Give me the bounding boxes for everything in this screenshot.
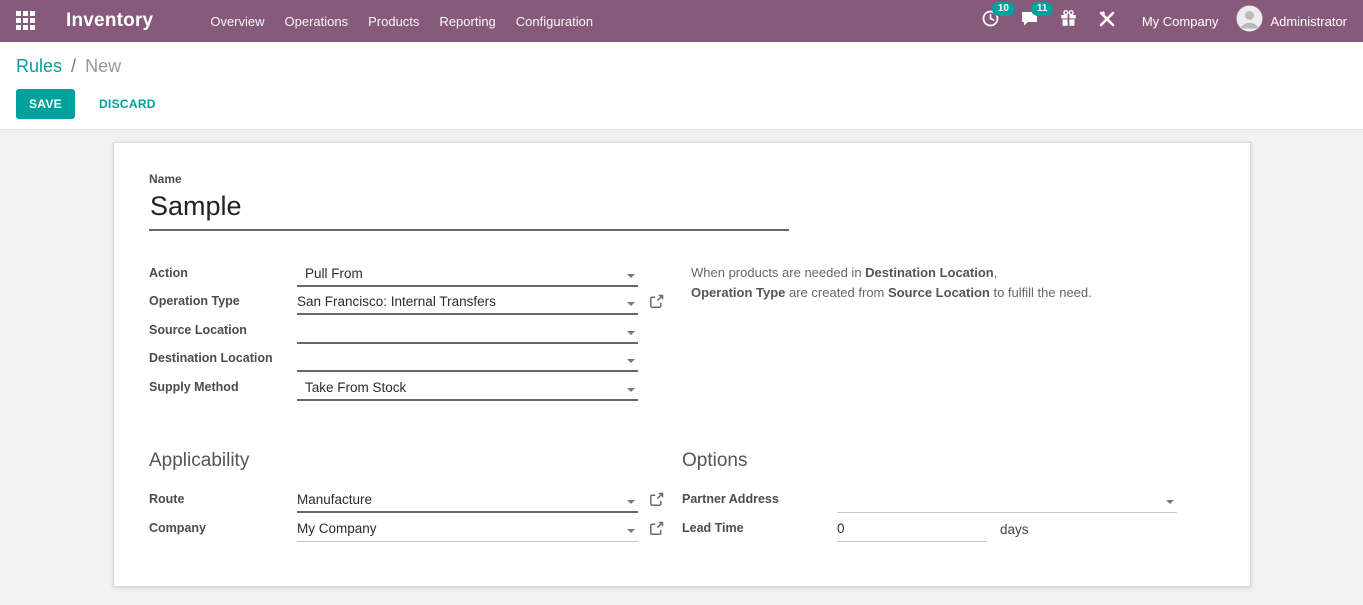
chevron-down-icon[interactable] [627,500,635,504]
company-label: Company [149,521,297,542]
external-link-icon [649,297,664,312]
user-menu[interactable]: Administrator [1236,5,1347,37]
source-location-input[interactable] [297,322,638,344]
applicability-section-title: Applicability [149,450,682,472]
discard-button[interactable]: DISCARD [89,89,166,119]
content-area: Name Sample Action Pull From Operation T… [0,130,1363,605]
supply-method-select[interactable]: Take From Stock [297,378,638,401]
company-switcher[interactable]: My Company [1142,14,1219,29]
breadcrumb-rules-link[interactable]: Rules [16,56,62,76]
messages-button[interactable]: 11 [1020,9,1039,33]
action-select[interactable]: Pull From [297,264,638,287]
supply-method-row: Supply Method Take From Stock [149,372,682,401]
source-location-label: Source Location [149,323,297,344]
options-section-title: Options [682,450,1215,472]
destination-location-input[interactable] [297,350,638,372]
tools-icon [1098,10,1116,33]
partner-address-input[interactable] [837,491,1177,513]
activity-count-badge: 10 [992,2,1015,16]
control-panel-buttons: SAVE DISCARD [16,89,1347,119]
external-link-icon [649,495,664,510]
chevron-down-icon[interactable] [627,274,635,278]
navbar-right: 10 11 [981,5,1347,37]
name-label: Name [149,172,1215,186]
lead-time-input[interactable]: 0 [837,519,987,542]
destination-location-row: Destination Location [149,344,682,373]
breadcrumb-separator: / [71,56,76,76]
chevron-down-icon[interactable] [627,359,635,363]
top-navbar: Inventory Overview Operations Products R… [0,0,1363,42]
route-input[interactable]: Manufacture [297,490,638,513]
action-label: Action [149,266,297,287]
tools-button[interactable] [1098,10,1116,33]
chevron-down-icon[interactable] [627,529,635,533]
chevron-down-icon[interactable] [627,302,635,306]
apps-grid-icon[interactable] [16,11,37,32]
breadcrumb: Rules / New [16,56,1347,77]
menu-operations[interactable]: Operations [275,2,359,41]
breadcrumb-current: New [85,56,121,76]
operation-type-label: Operation Type [149,294,297,315]
lead-time-unit: days [987,522,1029,542]
activities-button[interactable]: 10 [981,9,1000,33]
app-title: Inventory [66,10,153,32]
operation-type-input[interactable]: San Francisco: Internal Transfers [297,292,638,315]
main-menu: Overview Operations Products Reporting C… [200,2,603,41]
partner-address-label: Partner Address [682,492,837,513]
partner-address-row: Partner Address [682,485,1215,514]
lead-time-label: Lead Time [682,521,837,542]
route-row: Route Manufacture [149,485,682,514]
company-row: Company My Company [149,513,682,542]
rule-form-card: Name Sample Action Pull From Operation T… [113,142,1251,587]
route-label: Route [149,492,297,513]
company-external-link-button[interactable] [649,521,664,536]
message-count-badge: 11 [1031,2,1054,16]
chevron-down-icon[interactable] [627,331,635,335]
menu-overview[interactable]: Overview [200,2,274,41]
supply-method-label: Supply Method [149,380,297,401]
route-external-link-button[interactable] [649,492,664,507]
control-panel: Rules / New SAVE DISCARD [0,42,1363,130]
gift-button[interactable] [1059,9,1078,33]
menu-reporting[interactable]: Reporting [429,2,505,41]
chevron-down-icon[interactable] [627,388,635,392]
destination-location-label: Destination Location [149,351,297,372]
external-link-icon [649,524,664,539]
menu-products[interactable]: Products [358,2,429,41]
chevron-down-icon[interactable] [1166,500,1174,504]
menu-configuration[interactable]: Configuration [506,2,603,41]
operation-type-external-link-button[interactable] [649,294,664,309]
user-name: Administrator [1270,14,1347,29]
action-row: Action Pull From [149,258,682,287]
avatar [1236,5,1263,37]
save-button[interactable]: SAVE [16,89,75,119]
lead-time-row: Lead Time 0 days [682,513,1215,542]
company-input[interactable]: My Company [297,519,638,542]
operation-type-row: Operation Type San Francisco: Internal T… [149,287,682,316]
source-location-row: Source Location [149,315,682,344]
gift-icon [1059,9,1078,33]
name-input[interactable]: Sample [149,189,789,231]
rule-help-text: When products are needed in Destination … [682,258,1215,303]
